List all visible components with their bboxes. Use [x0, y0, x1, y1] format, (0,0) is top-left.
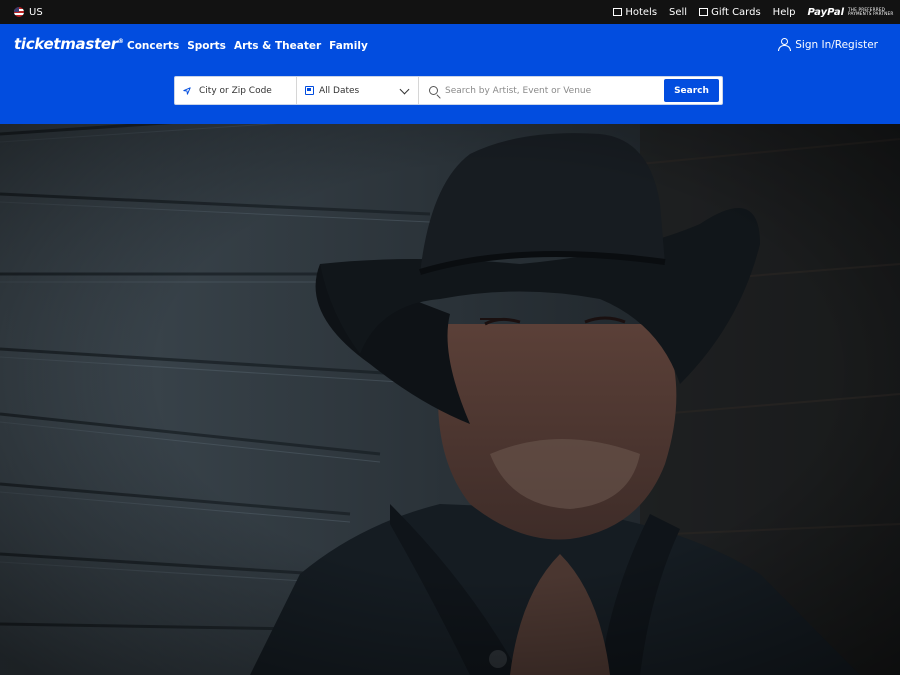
- help-link[interactable]: Help: [773, 7, 796, 18]
- hotel-icon: [613, 8, 623, 16]
- location-arrow-icon: [183, 86, 191, 95]
- search-bar: City or Zip Code All Dates Search by Art…: [174, 76, 723, 105]
- nav-sports[interactable]: Sports: [187, 40, 226, 52]
- sell-label: Sell: [669, 6, 688, 18]
- signin-label: Sign In/Register: [795, 38, 878, 51]
- search-icon: [429, 86, 438, 95]
- hotels-link[interactable]: Hotels: [613, 7, 657, 18]
- gift-cards-link[interactable]: Gift Cards: [699, 7, 761, 18]
- calendar-icon: [305, 86, 314, 95]
- help-label: Help: [772, 6, 796, 18]
- paypal-logo: PayPal: [807, 6, 844, 18]
- ticketmaster-logo[interactable]: ticketmaster®: [14, 35, 124, 53]
- region-selector[interactable]: US: [14, 0, 43, 24]
- paypal-badge[interactable]: PayPal THE PREFERRED PAYMENTS PARTNER: [807, 7, 894, 18]
- gift-card-icon: [699, 8, 709, 16]
- logo-text: ticketmaster: [14, 35, 118, 53]
- hero-image: [0, 124, 900, 675]
- search-button[interactable]: Search: [664, 79, 719, 102]
- location-field[interactable]: City or Zip Code: [175, 77, 297, 104]
- nav-family[interactable]: Family: [329, 40, 368, 52]
- user-icon: [777, 38, 791, 51]
- primary-nav: Concerts Sports Arts & Theater Family: [127, 40, 368, 52]
- region-label: US: [29, 6, 43, 18]
- date-value: All Dates: [319, 85, 360, 96]
- search-placeholder: Search by Artist, Event or Venue: [445, 85, 592, 96]
- hotels-label: Hotels: [625, 6, 658, 18]
- sell-link[interactable]: Sell: [669, 7, 687, 18]
- hero-banner[interactable]: [0, 124, 900, 675]
- nav-concerts[interactable]: Concerts: [127, 40, 179, 52]
- signin-link[interactable]: Sign In/Register: [777, 38, 878, 51]
- date-dropdown[interactable]: All Dates: [297, 77, 419, 104]
- paypal-tagline: THE PREFERRED PAYMENTS PARTNER: [848, 6, 894, 16]
- utility-links: Hotels Sell Gift Cards Help PayPal THE P…: [613, 0, 894, 24]
- main-header: ticketmaster® Concerts Sports Arts & The…: [0, 24, 900, 124]
- flag-icon: [14, 7, 24, 17]
- chevron-down-icon: [399, 84, 410, 95]
- gift-cards-label: Gift Cards: [711, 6, 761, 18]
- location-placeholder: City or Zip Code: [199, 85, 272, 96]
- nav-arts-theater[interactable]: Arts & Theater: [234, 40, 321, 52]
- top-utility-bar: US Hotels Sell Gift Cards Help PayPal TH…: [0, 0, 900, 24]
